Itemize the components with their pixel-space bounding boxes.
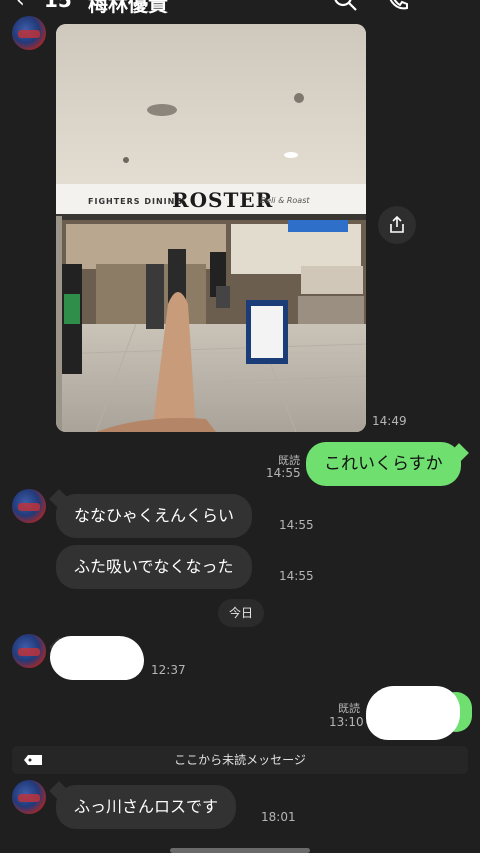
sent-message[interactable]: これいくらすか <box>306 442 461 486</box>
redacted-message[interactable] <box>366 686 460 740</box>
contact-avatar[interactable] <box>12 489 46 523</box>
read-receipt: 既読 <box>338 702 360 715</box>
unread-divider-label: ここから未読メッセージ <box>174 753 306 767</box>
chevron-left-icon[interactable]: ‹ <box>16 0 25 13</box>
share-icon <box>390 215 404 233</box>
unread-divider: ここから未読メッセージ <box>12 746 468 774</box>
day-divider: 今日 <box>218 599 264 627</box>
store-subtitle: FIGHTERS DINING <box>88 197 183 206</box>
received-message[interactable]: ふた吸いでなくなった <box>56 545 252 589</box>
photo-message[interactable]: FIGHTERS DINING ROSTER Deli & Roast <box>56 24 366 432</box>
menu-icon[interactable] <box>432 0 458 12</box>
message-time: 18:01 <box>261 810 296 824</box>
store-photo <box>56 24 366 432</box>
contact-avatar[interactable] <box>12 16 46 50</box>
received-message[interactable]: ふっ川さんロスです <box>56 785 237 829</box>
contact-avatar[interactable] <box>12 780 46 814</box>
chat-header: ‹ 15 梅林優貴 <box>0 0 480 14</box>
message-time: 12:37 <box>151 663 186 677</box>
message-time: 13:10 <box>329 715 364 729</box>
store-sign: ROSTER <box>172 188 274 212</box>
search-icon[interactable] <box>332 0 358 12</box>
share-button[interactable] <box>378 206 416 244</box>
store-script: Deli & Roast <box>260 196 310 205</box>
message-time: 14:55 <box>266 466 301 480</box>
received-message[interactable]: ななひゃくえんくらい <box>56 494 253 538</box>
photo-time: 14:49 <box>372 414 407 428</box>
phone-icon[interactable] <box>384 0 410 12</box>
contact-name[interactable]: 梅林優貴 <box>88 0 168 14</box>
message-time: 14:55 <box>279 518 314 532</box>
unread-count: 15 <box>44 0 72 12</box>
contact-avatar[interactable] <box>12 634 46 668</box>
message-time: 14:55 <box>279 569 314 583</box>
home-indicator <box>170 848 310 853</box>
redacted-message[interactable] <box>50 636 144 680</box>
